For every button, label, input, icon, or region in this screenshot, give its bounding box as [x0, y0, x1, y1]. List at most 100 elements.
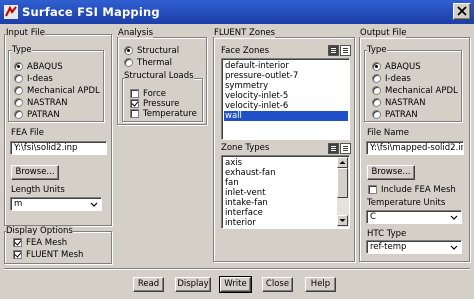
checkbox[interactable] — [130, 109, 139, 118]
radio-button[interactable] — [14, 62, 23, 71]
output-type-ideas[interactable]: I-deas — [372, 73, 411, 84]
checkbox[interactable] — [130, 99, 139, 108]
face-zones-list[interactable]: default-interior pressure-outlet-7 symme… — [221, 58, 350, 140]
write-button[interactable]: Write — [219, 276, 252, 293]
zone-types-scrollbar[interactable] — [337, 157, 349, 227]
fluent-zones-label: FLUENT Zones — [214, 28, 276, 38]
list-item[interactable]: interface — [224, 208, 334, 218]
list-item[interactable]: velocity-inlet-6 — [224, 101, 348, 111]
list-item[interactable]: pressure-outlet-7 — [224, 71, 348, 81]
fluent-logo-icon — [4, 5, 18, 19]
fea-file-label: FEA File — [11, 128, 44, 138]
close-button[interactable]: Close — [262, 277, 293, 292]
radio-button[interactable] — [14, 110, 23, 119]
display-options-label: Display Options — [6, 226, 73, 236]
output-type-mechanical-apdl[interactable]: Mechanical APDL — [372, 85, 458, 96]
deselect-all-zone-types-button[interactable] — [340, 143, 351, 154]
list-item[interactable]: default-interior — [224, 61, 348, 71]
list-item[interactable]: fan — [224, 178, 334, 188]
htc-type-dropdown[interactable]: ref-temp — [366, 240, 462, 254]
title-bar[interactable]: Surface FSI Mapping — [0, 0, 474, 24]
checkbox[interactable] — [130, 89, 139, 98]
list-item[interactable]: symmetry — [224, 81, 348, 91]
radio-button[interactable] — [14, 98, 23, 107]
close-window-button[interactable] — [453, 3, 471, 20]
select-all-face-zones-button[interactable] — [328, 45, 339, 56]
output-type-label: Type — [367, 45, 387, 55]
list-item[interactable]: interior — [224, 218, 334, 228]
temperature-units-dropdown[interactable]: C — [366, 210, 462, 224]
list-deselect-all-icon — [341, 144, 350, 153]
length-units-label: Length Units — [11, 185, 65, 195]
surface-fsi-mapping-dialog: Surface FSI Mapping Input File Type ABAQ… — [0, 0, 474, 299]
face-zones-label: Face Zones — [221, 46, 269, 56]
arrow-down-icon — [339, 219, 346, 222]
output-type-patran[interactable]: PATRAN — [372, 109, 418, 120]
divider — [4, 268, 470, 269]
radio-button[interactable] — [372, 98, 381, 107]
chevron-down-icon — [450, 215, 458, 220]
input-type-patran[interactable]: PATRAN — [14, 109, 60, 120]
file-name-label: File Name — [367, 128, 410, 138]
analysis-thermal[interactable]: Thermal — [124, 57, 172, 68]
checkbox[interactable] — [368, 185, 377, 194]
fea-file-input[interactable]: Y:\fsi\solid2.inp — [10, 141, 107, 155]
output-browse-button[interactable]: Browse... — [367, 165, 415, 180]
scroll-down-button[interactable] — [337, 215, 348, 226]
radio-button[interactable] — [372, 110, 381, 119]
output-file-label: Output File — [360, 28, 407, 38]
close-icon — [457, 6, 467, 16]
scroll-thumb[interactable] — [337, 168, 348, 198]
analysis-label: Analysis — [118, 28, 154, 38]
list-select-all-icon — [329, 46, 338, 55]
scroll-up-button[interactable] — [337, 157, 348, 168]
input-type-abaqus[interactable]: ABAQUS — [14, 61, 63, 72]
radio-button[interactable] — [124, 58, 133, 67]
load-temperature-checkbox[interactable]: Temperature — [130, 108, 197, 119]
input-browse-button[interactable]: Browse... — [11, 165, 59, 180]
display-fluent-mesh-checkbox[interactable]: FLUENT Mesh — [13, 249, 83, 260]
input-type-mechanical-apdl[interactable]: Mechanical APDL — [14, 85, 100, 96]
input-type-ideas[interactable]: I-deas — [14, 73, 53, 84]
input-type-nastran[interactable]: NASTRAN — [14, 97, 68, 108]
read-button[interactable]: Read — [133, 277, 164, 292]
htc-type-label: HTC Type — [367, 229, 407, 239]
output-file-name-input[interactable]: Y:\fsi\mapped-solid2.ir — [366, 141, 464, 155]
list-item[interactable]: intake-fan — [224, 198, 334, 208]
radio-button[interactable] — [14, 74, 23, 83]
select-all-zone-types-button[interactable] — [328, 143, 339, 154]
zone-types-list[interactable]: axis exhaust-fan fan inlet-vent intake-f… — [221, 155, 350, 229]
display-fea-mesh-checkbox[interactable]: FEA Mesh — [13, 237, 67, 248]
radio-button[interactable] — [14, 86, 23, 95]
radio-button[interactable] — [372, 74, 381, 83]
structural-loads-label: Structural Loads — [124, 71, 194, 81]
chevron-down-icon — [90, 202, 98, 207]
deselect-all-face-zones-button[interactable] — [340, 45, 351, 56]
list-item[interactable]: exhaust-fan — [224, 168, 334, 178]
checkbox[interactable] — [13, 238, 22, 247]
list-deselect-all-icon — [341, 46, 350, 55]
input-type-label: Type — [12, 45, 32, 55]
list-item-selected[interactable]: wall — [224, 111, 348, 121]
list-item[interactable]: inlet-vent — [224, 188, 334, 198]
temperature-units-label: Temperature Units — [367, 198, 446, 208]
radio-button[interactable] — [372, 62, 381, 71]
window-title: Surface FSI Mapping — [22, 5, 160, 19]
include-fea-mesh-checkbox[interactable]: Include FEA Mesh — [368, 184, 456, 195]
help-button[interactable]: Help — [305, 277, 336, 292]
output-type-nastran[interactable]: NASTRAN — [372, 97, 426, 108]
zone-types-label: Zone Types — [221, 143, 270, 153]
list-select-all-icon — [329, 144, 338, 153]
analysis-structural[interactable]: Structural — [124, 45, 179, 56]
list-item[interactable]: axis — [224, 158, 334, 168]
input-file-label: Input File — [6, 28, 45, 38]
checkbox[interactable] — [13, 250, 22, 259]
list-item[interactable]: velocity-inlet-5 — [224, 91, 348, 101]
radio-button[interactable] — [372, 86, 381, 95]
output-type-abaqus[interactable]: ABAQUS — [372, 61, 421, 72]
arrow-up-icon — [339, 161, 346, 164]
display-button[interactable]: Display — [175, 277, 211, 292]
chevron-down-icon — [450, 245, 458, 250]
length-units-dropdown[interactable]: m — [10, 197, 102, 211]
radio-button[interactable] — [124, 46, 133, 55]
